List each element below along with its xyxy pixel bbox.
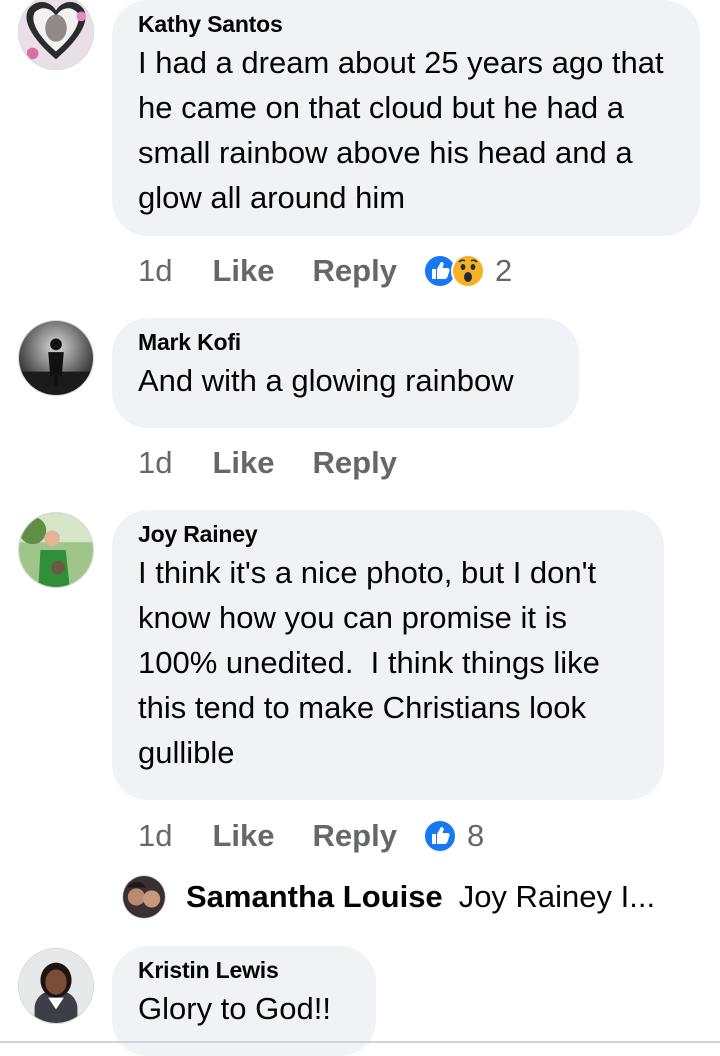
wow-icon xyxy=(450,254,485,288)
comment-bubble: Mark Kofi And with a glowing rainbow xyxy=(112,318,579,428)
comment-bubble: Kristin Lewis Glory to God!! xyxy=(112,946,376,1056)
like-button[interactable]: Like xyxy=(212,253,274,289)
comment-author[interactable]: Kathy Santos xyxy=(138,10,672,38)
comment-bubble: Joy Rainey I think it's a nice photo, bu… xyxy=(112,510,664,800)
comment-text: Glory to God!! xyxy=(138,991,331,1026)
like-button[interactable]: Like xyxy=(212,818,274,854)
reply-button[interactable]: Reply xyxy=(313,253,397,289)
comment-time[interactable]: 1d xyxy=(138,445,172,481)
avatar[interactable] xyxy=(18,948,94,1024)
reactions-summary[interactable]: 2 xyxy=(422,253,513,289)
avatar[interactable] xyxy=(18,0,94,70)
comment-actions: 1d Like Reply xyxy=(138,443,435,483)
reaction-count: 8 xyxy=(466,818,485,853)
avatar[interactable] xyxy=(18,320,94,396)
reply-text: Joy Rainey I... xyxy=(458,879,656,914)
reply-button[interactable]: Reply xyxy=(313,818,397,854)
comment-actions: 1d Like Reply 8 xyxy=(138,816,484,856)
comment-text: And with a glowing rainbow xyxy=(138,363,514,398)
comment-text: I had a dream about 25 years ago that he… xyxy=(138,45,664,215)
comment-author[interactable]: Joy Rainey xyxy=(138,520,636,548)
like-button[interactable]: Like xyxy=(212,445,274,481)
comment-time[interactable]: 1d xyxy=(138,818,172,854)
reply-preview[interactable]: Samantha Louise Joy Rainey I... xyxy=(122,872,655,922)
reaction-count: 2 xyxy=(494,253,513,288)
avatar[interactable] xyxy=(18,512,94,588)
like-icon xyxy=(422,819,457,853)
comment-time[interactable]: 1d xyxy=(138,253,172,289)
comment-author[interactable]: Kristin Lewis xyxy=(138,956,348,984)
comment-bubble: Kathy Santos I had a dream about 25 year… xyxy=(112,0,700,236)
reply-button[interactable]: Reply xyxy=(313,445,397,481)
comment-author[interactable]: Mark Kofi xyxy=(138,328,551,356)
reactions-summary[interactable]: 8 xyxy=(422,818,485,854)
reply-author[interactable]: Samantha Louise xyxy=(186,879,443,915)
comment-actions: 1d Like Reply 2 xyxy=(138,251,512,291)
avatar[interactable] xyxy=(122,875,166,919)
comment-text: I think it's a nice photo, but I don't k… xyxy=(138,555,609,770)
